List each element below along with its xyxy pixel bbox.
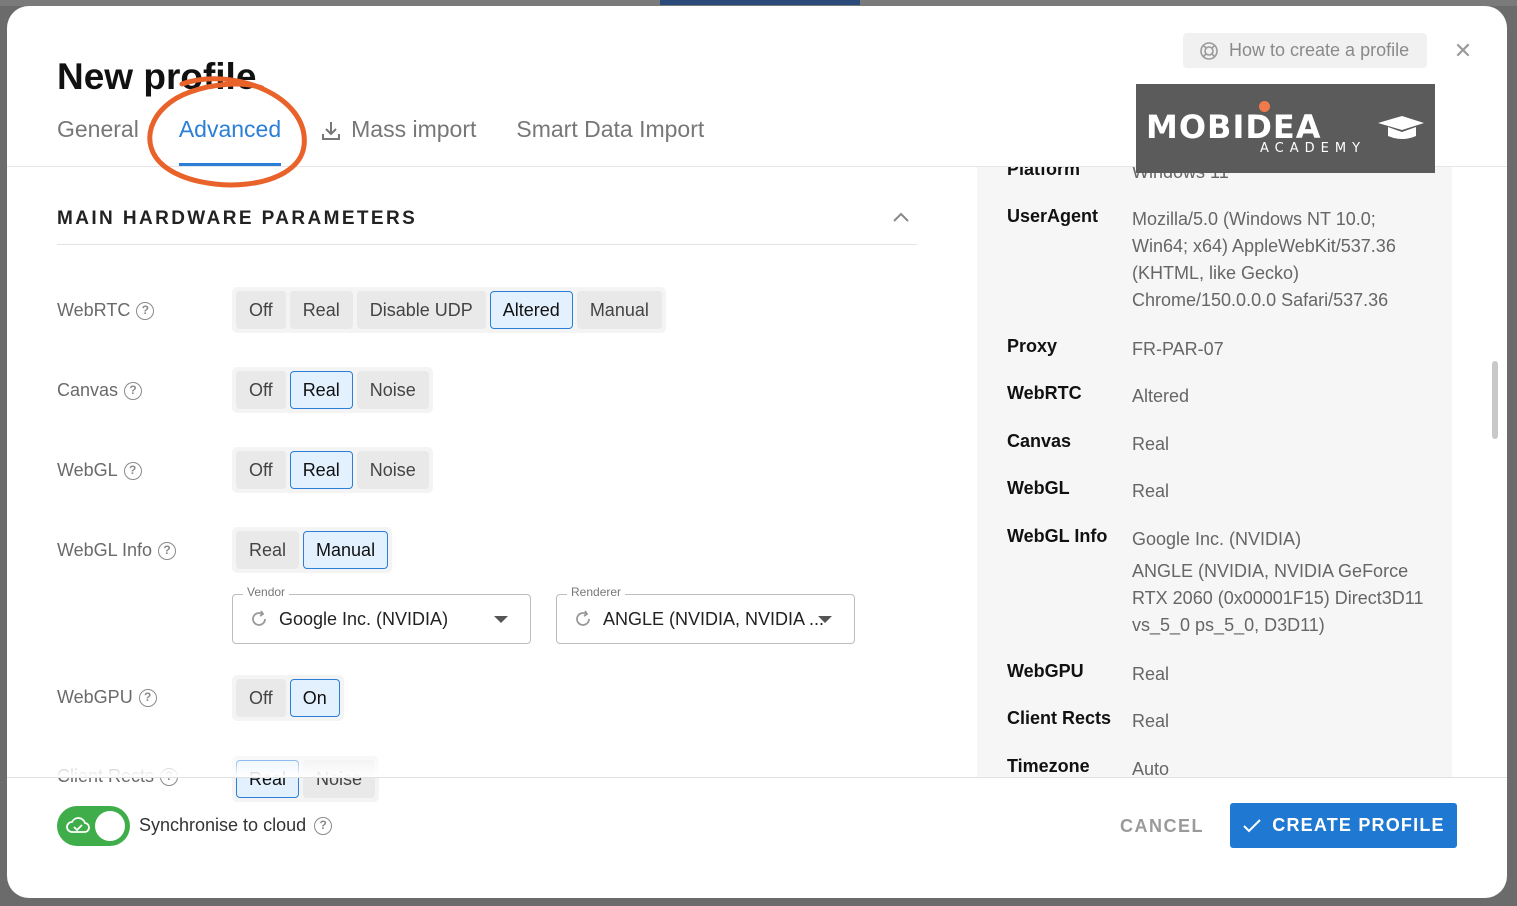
dialog-title: New profile	[57, 56, 257, 97]
sync-label-text: Synchronise to cloud	[139, 815, 307, 835]
lifebuoy-icon	[1200, 41, 1218, 60]
webgl-info-selector: Real Manual	[232, 527, 393, 573]
canvas-label-text: Canvas	[57, 380, 119, 400]
canvas-label: Canvas ?	[57, 380, 143, 401]
webgl-info-option-real[interactable]: Real	[236, 531, 300, 569]
help-icon[interactable]: ?	[158, 541, 177, 560]
webgpu-option-on[interactable]: On	[289, 679, 340, 717]
sync-label: Synchronise to cloud ?	[139, 815, 333, 836]
chevron-up-icon[interactable]	[891, 210, 911, 224]
create-profile-label: CREATE PROFILE	[1272, 815, 1445, 835]
help-icon[interactable]: ?	[124, 381, 143, 400]
vendor-select[interactable]: Vendor Google Inc. (NVIDIA)	[232, 585, 531, 644]
renderer-select-label: Renderer	[567, 585, 626, 599]
webrtc-label: WebRTC ?	[57, 300, 155, 321]
refresh-icon[interactable]	[573, 609, 593, 629]
logo-sub: ACADEMY	[1260, 141, 1367, 156]
help-icon[interactable]: ?	[123, 461, 142, 480]
vendor-value: Google Inc. (NVIDIA)	[279, 608, 449, 629]
help-label: How to create a profile	[1229, 40, 1410, 60]
webrtc-option-disable-udp[interactable]: Disable UDP	[356, 291, 486, 329]
summary-scrollbar[interactable]	[1492, 361, 1498, 439]
renderer-value: ANGLE (NVIDIA, NVIDIA ...	[603, 608, 825, 629]
webrtc-option-altered[interactable]: Altered	[489, 291, 573, 329]
new-profile-dialog: New profile How to create a profile ✕ MO…	[7, 6, 1507, 898]
summary-key: Platform	[1007, 167, 1081, 179]
toggle-knob	[95, 811, 125, 841]
profile-summary-panel: Platform Windows 11 UserAgent Mozilla/5.…	[977, 167, 1452, 777]
chevron-down-icon	[818, 616, 832, 623]
webgl-label-text: WebGL	[57, 460, 118, 480]
summary-value: Real	[1132, 481, 1170, 501]
close-icon[interactable]: ✕	[1451, 39, 1475, 63]
tab-smart-data-import[interactable]: Smart Data Import	[496, 116, 724, 166]
vendor-select-label: Vendor	[243, 585, 290, 599]
section-divider	[57, 244, 917, 245]
tab-mass-import[interactable]: Mass import	[301, 116, 496, 166]
tab-advanced[interactable]: Advanced	[159, 116, 301, 166]
how-to-create-profile-button[interactable]: How to create a profile	[1183, 33, 1427, 68]
webgl-option-real[interactable]: Real	[289, 451, 353, 489]
webrtc-option-manual[interactable]: Manual	[576, 291, 662, 329]
summary-key: Timezone	[1007, 756, 1090, 776]
summary-value: Google Inc. (NVIDIA)	[1132, 529, 1302, 549]
check-icon	[1243, 818, 1261, 832]
create-profile-button[interactable]: CREATE PROFILE	[1230, 803, 1457, 848]
renderer-select[interactable]: Renderer ANGLE (NVIDIA, NVIDIA ...	[556, 585, 855, 644]
cancel-button[interactable]: CANCEL	[1109, 804, 1215, 848]
refresh-icon[interactable]	[249, 609, 269, 629]
summary-value: Mozilla/5.0 (Windows NT 10.0; Win64; x64…	[1132, 209, 1396, 310]
summary-value: Altered	[1132, 386, 1190, 406]
section-title: MAIN HARDWARE PARAMETERS	[57, 208, 418, 229]
summary-value-renderer: ANGLE (NVIDIA, NVIDIA GeForce RTX 2060 (…	[1132, 561, 1424, 635]
webgl-option-off[interactable]: Off	[236, 451, 286, 489]
help-icon[interactable]: ?	[138, 688, 157, 707]
webrtc-label-text: WebRTC	[57, 300, 131, 320]
cloud-check-icon	[66, 817, 90, 833]
webgpu-selector: Off On	[232, 675, 344, 721]
help-icon[interactable]: ?	[136, 301, 155, 320]
summary-key: Proxy	[1007, 336, 1058, 356]
summary-key: Client Rects	[1007, 708, 1112, 728]
chevron-down-icon	[494, 616, 508, 623]
summary-value: Real	[1132, 664, 1170, 684]
webgl-selector: Off Real Noise	[232, 447, 433, 493]
summary-key: WebGL Info	[1007, 526, 1108, 546]
summary-key: UserAgent	[1007, 206, 1099, 226]
summary-value: Auto	[1132, 759, 1170, 777]
sync-cloud-toggle[interactable]	[57, 806, 130, 846]
tab-mass-import-label: Mass import	[351, 116, 477, 142]
graduation-cap-icon	[1378, 116, 1424, 139]
footer-divider	[7, 777, 1507, 778]
webgl-option-noise[interactable]: Noise	[356, 451, 429, 489]
summary-key: WebRTC	[1007, 383, 1082, 403]
help-icon[interactable]: ?	[314, 816, 333, 835]
summary-key: WebGPU	[1007, 661, 1084, 681]
webgl-label: WebGL ?	[57, 460, 142, 481]
webrtc-selector: Off Real Disable UDP Altered Manual	[232, 287, 666, 333]
webgpu-option-off[interactable]: Off	[236, 679, 286, 717]
webgl-info-label: WebGL Info ?	[57, 540, 177, 561]
webgpu-label: WebGPU ?	[57, 687, 157, 708]
summary-value: FR-PAR-07	[1132, 339, 1224, 359]
mobidea-academy-logo: MOBIDEA ACADEMY	[1136, 84, 1435, 173]
webgpu-label-text: WebGPU	[57, 687, 133, 707]
webrtc-option-real[interactable]: Real	[289, 291, 353, 329]
summary-value: Real	[1132, 711, 1170, 731]
summary-key: Canvas	[1007, 431, 1072, 451]
webgl-info-label-text: WebGL Info	[57, 540, 153, 560]
summary-key: WebGL	[1007, 478, 1070, 498]
download-icon	[322, 122, 341, 140]
webrtc-option-off[interactable]: Off	[236, 291, 286, 329]
webgl-info-option-manual[interactable]: Manual	[303, 531, 389, 569]
profile-tabs: General Advanced Mass import Smart Data …	[57, 116, 724, 166]
scroll-fade	[7, 746, 977, 777]
canvas-option-off[interactable]: Off	[236, 371, 286, 409]
canvas-option-noise[interactable]: Noise	[356, 371, 429, 409]
summary-value: Real	[1132, 434, 1170, 454]
canvas-selector: Off Real Noise	[232, 367, 433, 413]
tab-general[interactable]: General	[57, 116, 159, 166]
canvas-option-real[interactable]: Real	[289, 371, 353, 409]
background-app-accent	[660, 0, 860, 5]
